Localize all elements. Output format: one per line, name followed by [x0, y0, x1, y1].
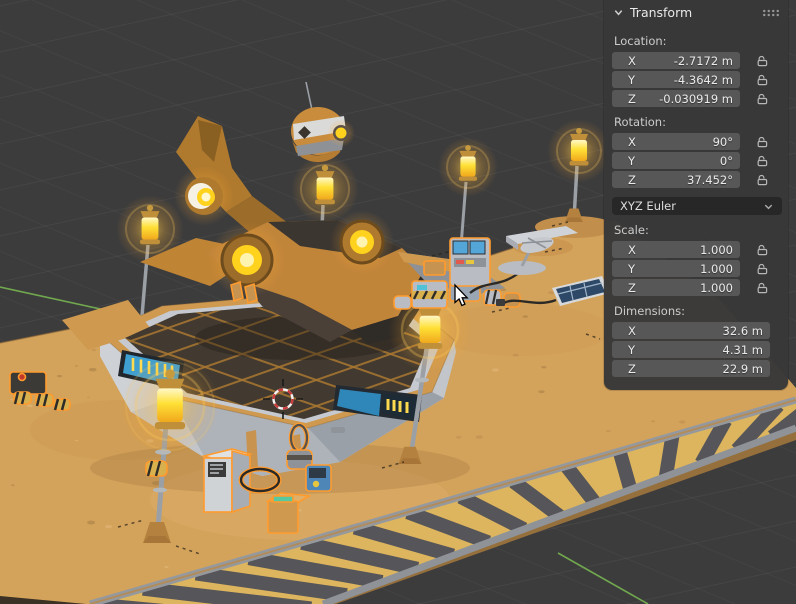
rotation-mode-select[interactable]: XYZ Euler [612, 197, 782, 215]
transform-panel: Transform Location: X -2.7172 m Y -4.364… [604, 0, 788, 390]
dimensions-z-field[interactable]: Z 22.9 m [612, 360, 770, 377]
scale-x-field[interactable]: X 1.000 [612, 241, 740, 258]
panel-header: Transform [604, 0, 788, 25]
scale-y-field[interactable]: Y 1.000 [612, 260, 740, 277]
dimensions-label: Dimensions: [614, 304, 780, 318]
mini-barrel[interactable] [146, 461, 167, 476]
dimensions-x-field[interactable]: X 32.6 m [612, 322, 770, 339]
chevron-down-icon [763, 201, 774, 212]
blue-device[interactable] [306, 465, 331, 491]
unlock-icon[interactable] [756, 54, 769, 67]
monitor-console[interactable] [450, 238, 490, 286]
unlock-icon[interactable] [756, 73, 769, 86]
unlock-icon[interactable] [756, 281, 769, 294]
location-z-field[interactable]: Z -0.030919 m [612, 90, 740, 107]
unlock-icon[interactable] [756, 243, 769, 256]
rotation-x-field[interactable]: X 90° [612, 133, 740, 150]
panel-title: Transform [630, 5, 692, 20]
scale-z-field[interactable]: Z 1.000 [612, 279, 740, 296]
unlock-icon[interactable] [756, 262, 769, 275]
ship-engine [330, 210, 394, 274]
drone-eye [336, 128, 347, 139]
collapse-chevron-icon[interactable] [613, 7, 624, 18]
unlock-icon[interactable] [756, 154, 769, 167]
unlock-icon[interactable] [756, 92, 769, 105]
ship-engine [174, 166, 234, 226]
scale-label: Scale: [614, 223, 780, 237]
rotation-z-field[interactable]: Z 37.452° [612, 171, 740, 188]
dimensions-y-field[interactable]: Y 4.31 m [612, 341, 770, 358]
location-label: Location: [614, 34, 780, 48]
location-y-field[interactable]: Y -4.3642 m [612, 71, 740, 88]
drag-handle-icon[interactable] [762, 9, 779, 17]
unlock-icon[interactable] [756, 135, 769, 148]
rotation-label: Rotation: [614, 115, 780, 129]
rotation-y-field[interactable]: Y 0° [612, 152, 740, 169]
location-x-field[interactable]: X -2.7172 m [612, 52, 740, 69]
unlock-icon[interactable] [756, 173, 769, 186]
